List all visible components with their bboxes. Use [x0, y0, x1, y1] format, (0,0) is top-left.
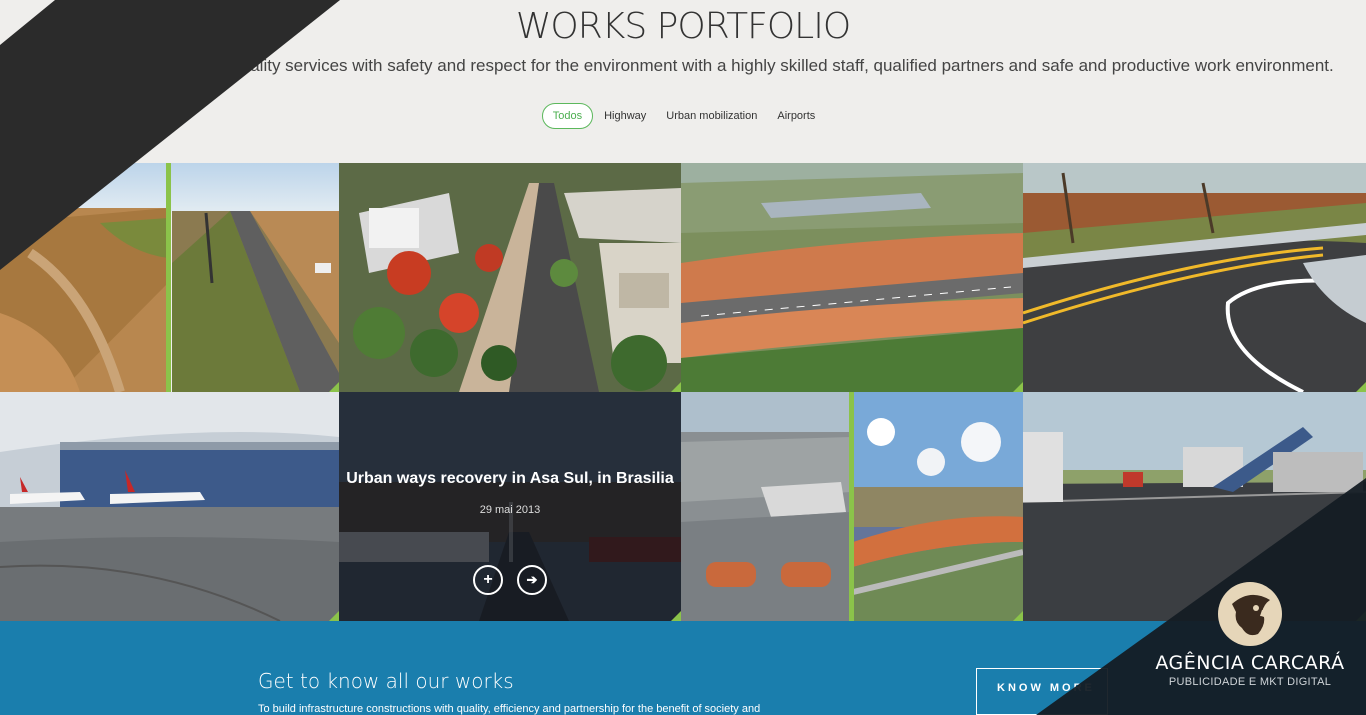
- portfolio-item-airport-terminal[interactable]: [0, 392, 339, 621]
- agency-name: AGÊNCIA CARCARÁ: [1155, 652, 1345, 674]
- item-hover-overlay: Urban ways recovery in Asa Sul, in Brasi…: [339, 392, 681, 621]
- hawk-logo-icon: [1218, 582, 1282, 646]
- airport-runway-image: [681, 163, 1023, 392]
- page-title: WORKS PORTFOLIO: [515, 6, 851, 47]
- filter-todos[interactable]: Todos: [541, 103, 594, 129]
- filter-highway[interactable]: Highway: [595, 103, 655, 129]
- curved-highway-image: [1023, 163, 1366, 392]
- portfolio-item-highway-construction[interactable]: [0, 163, 339, 392]
- portfolio-item-urban-avenue[interactable]: [339, 163, 681, 392]
- portfolio-item-airport-runway[interactable]: [681, 163, 1023, 392]
- page-subtitle: EPC policy is to offer high quality serv…: [32, 56, 1334, 75]
- agency-tagline: PUBLICIDADE E MKT DIGITAL: [1168, 676, 1332, 688]
- portfolio-item-curved-highway[interactable]: [1023, 163, 1366, 392]
- portfolio-grid: Urban ways recovery in Asa Sul, in Brasi…: [0, 163, 1366, 621]
- filter-airports[interactable]: Airports: [768, 103, 824, 129]
- footer-text: To build infrastructure constructions wi…: [258, 703, 761, 715]
- agency-watermark: AGÊNCIA CARCARÁ PUBLICIDADE E MKT DIGITA…: [1140, 582, 1360, 688]
- filter-urban-mobilization[interactable]: Urban mobilization: [657, 103, 766, 129]
- portfolio-item-asa-sul-recovery[interactable]: Urban ways recovery in Asa Sul, in Brasi…: [339, 392, 681, 621]
- airport-terminal-image: [0, 392, 339, 621]
- item-date: 29 mai 2013: [479, 504, 541, 516]
- portfolio-item-airport-aerial[interactable]: [681, 392, 1023, 621]
- portfolio-header: WORKS PORTFOLIO EPC policy is to offer h…: [0, 0, 1366, 163]
- zoom-plus-icon[interactable]: +: [473, 565, 503, 595]
- portfolio-filters: Todos Highway Urban mobilization Airport…: [0, 103, 1366, 129]
- item-title: Urban ways recovery in Asa Sul, in Brasi…: [346, 470, 674, 487]
- know-more-button[interactable]: KNOW MORE: [976, 668, 1108, 715]
- arrow-right-icon[interactable]: ➔: [517, 565, 547, 595]
- footer-title: Get to know all our works: [258, 669, 514, 693]
- urban-avenue-image: [339, 163, 681, 392]
